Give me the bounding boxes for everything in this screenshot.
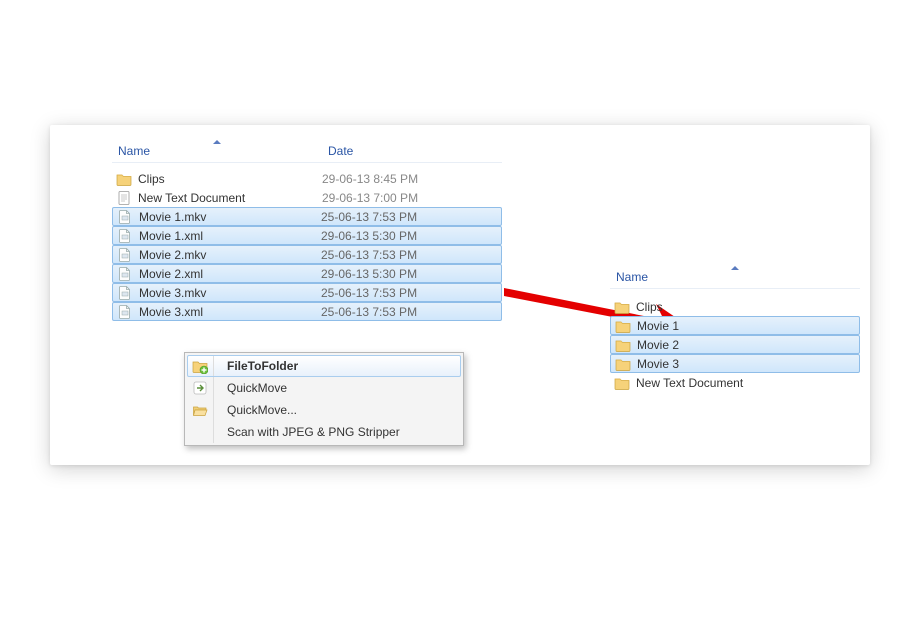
left-file-list: Clips29-06-13 8:45 PM New Text Document2… <box>112 169 502 321</box>
file-icon <box>117 266 133 282</box>
column-header-name-label: Name <box>616 270 648 284</box>
comparison-card: Name Date Clips29-06-13 8:45 PM New Text… <box>50 125 870 465</box>
column-header-date-label: Date <box>328 144 353 158</box>
file-icon <box>117 304 133 320</box>
file-name: Movie 2.xml <box>139 267 321 281</box>
file-name: Movie 1.mkv <box>139 210 321 224</box>
file-name: New Text Document <box>138 191 322 205</box>
file-row[interactable]: Movie 1.xml29-06-13 5:30 PM <box>112 226 502 245</box>
file-icon <box>117 228 133 244</box>
file-row[interactable]: Movie 3.xml25-06-13 7:53 PM <box>112 302 502 321</box>
sort-indicator-icon <box>731 266 739 270</box>
menu-item-label: QuickMove... <box>221 403 297 417</box>
file-row[interactable]: New Text Document29-06-13 7:00 PM <box>112 188 502 207</box>
arrow-right-icon <box>189 379 211 397</box>
blank-icon <box>189 423 211 441</box>
file-name: Clips <box>636 300 663 314</box>
column-header-name[interactable]: Name <box>610 270 860 284</box>
file-row[interactable]: Movie 2.xml29-06-13 5:30 PM <box>112 264 502 283</box>
right-explorer-pane: Name Clips Movie 1 Movie 2 Movie 3 New T… <box>610 265 860 392</box>
folder-icon <box>615 318 631 334</box>
file-row[interactable]: Movie 3.mkv25-06-13 7:53 PM <box>112 283 502 302</box>
file-name: New Text Document <box>636 376 743 390</box>
menu-item[interactable]: QuickMove <box>187 377 461 399</box>
left-explorer-pane: Name Date Clips29-06-13 8:45 PM New Text… <box>112 139 502 321</box>
right-column-headers: Name <box>610 265 860 289</box>
file-row[interactable]: Movie 2.mkv25-06-13 7:53 PM <box>112 245 502 264</box>
file-row[interactable]: Clips29-06-13 8:45 PM <box>112 169 502 188</box>
file-row[interactable]: New Text Document <box>610 373 860 392</box>
folder-icon <box>615 356 631 372</box>
file-row[interactable]: Movie 1 <box>610 316 860 335</box>
file-date: 29-06-13 8:45 PM <box>322 172 418 186</box>
context-menu: FileToFolder QuickMove QuickMove... Scan … <box>184 352 464 446</box>
folder-icon <box>614 375 630 391</box>
file-date: 25-06-13 7:53 PM <box>321 248 417 262</box>
file-icon <box>117 247 133 263</box>
column-header-name[interactable]: Name <box>112 144 322 158</box>
folder-icon <box>615 337 631 353</box>
menu-separator <box>213 356 221 376</box>
file-name: Movie 2.mkv <box>139 248 321 262</box>
file-date: 29-06-13 5:30 PM <box>321 229 417 243</box>
file-date: 29-06-13 5:30 PM <box>321 267 417 281</box>
folder-open-icon <box>189 401 211 419</box>
file-row[interactable]: Movie 3 <box>610 354 860 373</box>
menu-item-label: FileToFolder <box>221 359 298 373</box>
menu-separator <box>213 399 221 421</box>
file-name: Movie 3.mkv <box>139 286 321 300</box>
left-column-headers: Name Date <box>112 139 502 163</box>
menu-item-label: Scan with JPEG & PNG Stripper <box>221 425 400 439</box>
file-date: 29-06-13 7:00 PM <box>322 191 418 205</box>
right-file-list: Clips Movie 1 Movie 2 Movie 3 New Text D… <box>610 297 860 392</box>
file-name: Movie 1.xml <box>139 229 321 243</box>
menu-separator <box>213 377 221 399</box>
file-date: 25-06-13 7:53 PM <box>321 210 417 224</box>
file-name: Movie 1 <box>637 319 679 333</box>
file-row[interactable]: Movie 1.mkv25-06-13 7:53 PM <box>112 207 502 226</box>
column-header-name-label: Name <box>118 144 150 158</box>
file-date: 25-06-13 7:53 PM <box>321 305 417 319</box>
menu-item[interactable]: FileToFolder <box>187 355 461 377</box>
folder-add-icon <box>189 357 211 375</box>
file-name: Movie 2 <box>637 338 679 352</box>
folder-icon <box>614 299 630 315</box>
sort-indicator-icon <box>213 140 221 144</box>
menu-separator <box>213 421 221 443</box>
menu-item[interactable]: QuickMove... <box>187 399 461 421</box>
file-date: 25-06-13 7:53 PM <box>321 286 417 300</box>
column-header-date[interactable]: Date <box>322 144 502 158</box>
file-name: Movie 3.xml <box>139 305 321 319</box>
menu-item-label: QuickMove <box>221 381 287 395</box>
file-row[interactable]: Clips <box>610 297 860 316</box>
file-icon <box>117 209 133 225</box>
folder-icon <box>116 171 132 187</box>
doc-icon <box>116 190 132 206</box>
file-name: Clips <box>138 172 322 186</box>
file-row[interactable]: Movie 2 <box>610 335 860 354</box>
file-icon <box>117 285 133 301</box>
file-name: Movie 3 <box>637 357 679 371</box>
menu-item[interactable]: Scan with JPEG & PNG Stripper <box>187 421 461 443</box>
